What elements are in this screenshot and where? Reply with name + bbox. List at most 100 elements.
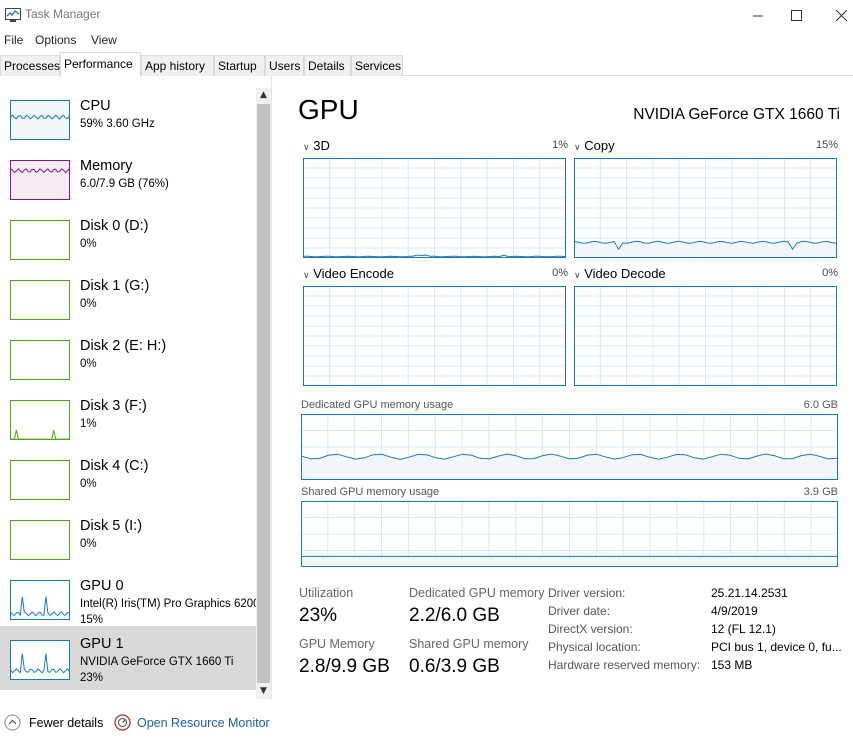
- graph-copy-percent: 15%: [815, 139, 838, 151]
- tab-users[interactable]: Users: [265, 55, 304, 76]
- menu-file[interactable]: File: [4, 33, 23, 47]
- sidebar-item-name: Disk 0 (D:): [80, 218, 149, 234]
- sidebar-item-disk-1-g[interactable]: Disk 1 (G:) 0%: [0, 268, 256, 328]
- sidebar-item-subtitle: 0%: [80, 238, 97, 250]
- graph-decode-selector[interactable]: ∨ Video Decode: [574, 266, 666, 281]
- sidebar-item-name: GPU 0: [80, 578, 124, 594]
- shared-memory-label: Shared GPU memory usage: [301, 486, 440, 498]
- sidebar-scrollbar[interactable]: ▲ ▼: [256, 88, 271, 699]
- thumbnail-frame: [10, 400, 70, 440]
- maximize-icon: [790, 10, 802, 21]
- graph-encode-percent: 0%: [552, 267, 568, 279]
- thumbnail-frame: [10, 160, 70, 200]
- sidebar-item-name: Disk 5 (I:): [80, 518, 143, 534]
- tab-services[interactable]: Services: [351, 55, 403, 76]
- hardware-reserved-memory-key: Hardware reserved memory:: [548, 658, 701, 672]
- sidebar-item-disk-5-i[interactable]: Disk 5 (I:) 0%: [0, 508, 256, 568]
- sidebar-item-cpu[interactable]: CPU 59% 3.60 GHz: [0, 88, 256, 148]
- graph-copy-label: Copy: [584, 138, 615, 153]
- sidebar-thumbnail-graph: [10, 580, 70, 620]
- sidebar-item-gpu-1[interactable]: GPU 1 NVIDIA GeForce GTX 1660 Ti 23%: [0, 626, 256, 690]
- sidebar-thumbnail-graph: [10, 220, 70, 260]
- gpu-memory-label: GPU Memory: [299, 637, 375, 651]
- tab-bar: Processes Performance App history Startu…: [0, 52, 853, 77]
- graph-3d-label: 3D: [313, 138, 330, 153]
- resource-monitor-icon: [114, 714, 131, 731]
- thumbnail-frame: [10, 100, 70, 140]
- sidebar-thumbnail-graph: [10, 280, 70, 320]
- utilization-value: 23%: [299, 605, 338, 626]
- graph-copy: [574, 158, 837, 258]
- scroll-down-icon[interactable]: ▼: [256, 684, 271, 699]
- thumbnail-frame: [10, 520, 70, 560]
- directx-version-key: DirectX version:: [548, 622, 633, 636]
- sidebar-thumbnail-graph: [10, 520, 70, 560]
- open-resource-monitor-link[interactable]: Open Resource Monitor: [114, 714, 270, 731]
- window-title: Task Manager: [25, 7, 101, 21]
- scrollbar-thumb[interactable]: [257, 104, 270, 683]
- directx-version-value: 12 (FL 12.1): [711, 622, 776, 636]
- graph-fill-area: [302, 556, 837, 566]
- dedicated-gpu-memory-label: Dedicated GPU memory: [409, 586, 545, 600]
- footer: Fewer details Open Resource Monitor: [0, 702, 853, 737]
- graph-encode-selector[interactable]: ∨ Video Encode: [303, 266, 394, 281]
- driver-date-key: Driver date:: [548, 604, 611, 618]
- sidebar-item-subtitle: 59% 3.60 GHz: [80, 118, 155, 130]
- physical-location-key: Physical location:: [548, 640, 641, 654]
- sidebar-thumbnail-graph: [10, 400, 70, 440]
- sidebar-item-gpu-0[interactable]: GPU 0 Intel(R) Iris(TM) Pro Graphics 6200…: [0, 568, 260, 628]
- sidebar-item-disk-3-f[interactable]: Disk 3 (F:) 1%: [0, 388, 256, 448]
- tab-startup[interactable]: Startup: [214, 55, 265, 76]
- shared-gpu-memory-value: 0.6/3.9 GB: [409, 656, 500, 677]
- thumbnail-frame: [10, 640, 70, 680]
- close-button[interactable]: [818, 0, 853, 31]
- dedicated-memory-max: 6.0 GB: [803, 399, 838, 411]
- tab-processes[interactable]: Processes: [0, 55, 60, 76]
- sidebar-item-name: Disk 4 (C:): [80, 458, 149, 474]
- chevron-down-icon: ∨: [574, 270, 581, 280]
- graph-3d-selector[interactable]: ∨ 3D: [303, 138, 330, 153]
- sidebar-item-disk-0-d[interactable]: Disk 0 (D:) 0%: [0, 208, 256, 268]
- page-title: GPU: [298, 94, 359, 125]
- chevron-down-icon: ∨: [303, 270, 310, 280]
- sidebar-item-disk-4-c[interactable]: Disk 4 (C:) 0%: [0, 448, 256, 508]
- menu-view[interactable]: View: [91, 33, 117, 47]
- sidebar-item-disk-2-e-h[interactable]: Disk 2 (E: H:) 0%: [0, 328, 256, 388]
- thumbnail-frame: [10, 280, 70, 320]
- thumbnail-frame: [10, 340, 70, 380]
- chevron-up-circle-icon: [4, 714, 21, 731]
- graph-copy-selector[interactable]: ∨ Copy: [574, 138, 615, 153]
- sidebar-item-percent: 15%: [80, 614, 104, 626]
- sidebar-item-name: Disk 1 (G:): [80, 278, 150, 294]
- tab-performance[interactable]: Performance: [60, 52, 141, 77]
- sidebar-item-subtitle: 0%: [80, 478, 97, 490]
- sidebar-item-subtitle: NVIDIA GeForce GTX 1660 Ti: [80, 656, 234, 668]
- tab-details[interactable]: Details: [304, 55, 351, 76]
- physical-location-value: PCI bus 1, device 0, fu...: [711, 640, 842, 654]
- sidebar-thumbnail-graph: [10, 160, 70, 200]
- sidebar-item-subtitle: 0%: [80, 538, 97, 550]
- close-icon: [835, 10, 847, 21]
- chevron-down-icon: ∨: [303, 142, 310, 152]
- graph-shared-memory: [301, 501, 838, 567]
- chevron-down-icon: ∨: [574, 142, 581, 152]
- driver-version-key: Driver version:: [548, 586, 626, 600]
- scroll-up-icon[interactable]: ▲: [256, 88, 271, 103]
- sidebar-thumbnail-graph: [10, 100, 70, 140]
- task-manager-icon: [5, 8, 21, 22]
- graph-encode-label: Video Encode: [313, 266, 394, 281]
- graph-dedicated-memory: [301, 414, 838, 480]
- maximize-button[interactable]: [773, 0, 819, 31]
- sidebar-item-memory[interactable]: Memory 6.0/7.9 GB (76%): [0, 148, 256, 208]
- graph-video-encode: [303, 286, 566, 386]
- fewer-details-button[interactable]: Fewer details: [4, 714, 103, 731]
- tab-app-history[interactable]: App history: [141, 55, 214, 76]
- minimize-icon: [752, 15, 763, 17]
- sidebar-item-name: Disk 2 (E: H:): [80, 338, 167, 354]
- sidebar-item-subtitle: Intel(R) Iris(TM) Pro Graphics 6200: [80, 598, 260, 610]
- open-resource-monitor-label: Open Resource Monitor: [137, 715, 270, 730]
- dedicated-gpu-memory-value: 2.2/6.0 GB: [409, 605, 500, 626]
- menu-options[interactable]: Options: [35, 33, 76, 47]
- thumbnail-frame: [10, 460, 70, 500]
- title-bar: Task Manager: [0, 0, 853, 31]
